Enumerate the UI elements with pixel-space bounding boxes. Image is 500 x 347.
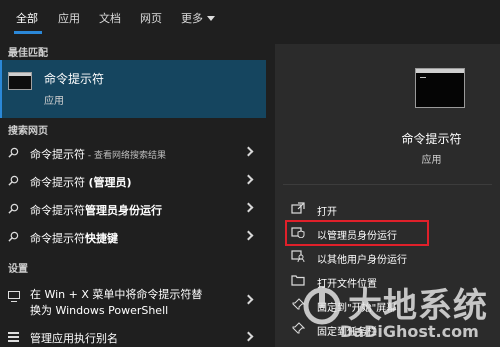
web-result-item[interactable]: 命令提示符快捷键: [0, 222, 266, 252]
web-result-item[interactable]: 命令提示符 - 查看网络搜索结果: [0, 138, 266, 168]
action-label: 打开: [317, 207, 337, 218]
chevron-down-icon: [207, 16, 215, 21]
chevron-right-icon[interactable]: [243, 202, 254, 213]
web-result-extra: 管理员身份运行: [85, 204, 162, 217]
tab-all[interactable]: 全部: [16, 10, 38, 26]
settings-item[interactable]: 管理应用执行别名: [0, 326, 266, 347]
chevron-right-icon[interactable]: [243, 174, 254, 185]
action-label: 以其他用户身份运行: [317, 255, 407, 266]
divider: [283, 184, 492, 185]
web-result-item[interactable]: 命令提示符管理员身份运行: [0, 194, 266, 224]
watermark-url: DaDiGhost.com: [340, 322, 479, 341]
web-result-extra: (管理员): [88, 176, 132, 189]
search-icon: [8, 147, 19, 158]
action-run-as-other-user[interactable]: 以其他用户身份运行: [275, 246, 500, 268]
best-match-subtitle: 应用: [44, 96, 64, 107]
best-match-heading: 最佳匹配: [8, 48, 48, 59]
settings-item-label: 管理应用执行别名: [30, 332, 118, 345]
app-title: 命令提示符: [401, 132, 462, 146]
settings-item-line2: 换为 Windows PowerShell: [30, 304, 169, 317]
search-icon: [8, 203, 19, 214]
tab-more[interactable]: 更多: [181, 10, 215, 26]
web-result-main: 命令提示符: [30, 232, 85, 245]
action-open[interactable]: 打开: [275, 198, 500, 220]
settings-item-line1: 在 Win + X 菜单中将命令提示符替: [30, 288, 203, 301]
watermark-logo-icon: [303, 286, 341, 325]
active-tab-indicator: [14, 31, 42, 34]
search-results-list: 最佳匹配 命令提示符 应用 搜索网页 命令提示符 - 查看网络搜索结果 命令提示…: [0, 36, 266, 347]
web-result-item[interactable]: 命令提示符 (管理员): [0, 166, 266, 196]
search-icon: [8, 175, 19, 186]
highlight-box: [285, 220, 429, 246]
chevron-right-icon[interactable]: [243, 294, 254, 305]
tab-documents[interactable]: 文档: [99, 10, 121, 26]
tab-apps[interactable]: 应用: [58, 10, 80, 26]
best-match-item[interactable]: 命令提示符 应用: [0, 60, 266, 118]
web-result-main: 命令提示符: [30, 148, 85, 161]
search-category-tabs: 全部 应用 文档 网页 更多: [0, 0, 500, 36]
chevron-right-icon[interactable]: [243, 230, 254, 241]
monitor-icon: [8, 291, 20, 302]
web-search-heading: 搜索网页: [8, 126, 48, 137]
web-result-main: 命令提示符: [30, 176, 89, 189]
site-watermark: 大地系统 DaDiGhost.com: [300, 278, 500, 342]
chevron-right-icon[interactable]: [243, 146, 254, 157]
watermark-text: 大地系统: [348, 286, 488, 326]
web-result-main: 命令提示符: [30, 204, 85, 217]
terminal-icon: [8, 72, 32, 90]
search-icon: [8, 231, 19, 242]
web-result-extra: 快捷键: [85, 232, 118, 245]
app-type: 应用: [421, 155, 442, 166]
best-match-title: 命令提示符: [44, 72, 105, 86]
chevron-right-icon[interactable]: [243, 331, 254, 342]
user-icon: [291, 250, 305, 262]
settings-item[interactable]: 在 Win + X 菜单中将命令提示符替 换为 Windows PowerShe…: [0, 280, 266, 320]
open-icon: [291, 202, 305, 214]
tab-more-label: 更多: [181, 12, 203, 25]
settings-heading: 设置: [8, 264, 28, 275]
terminal-icon: [415, 68, 465, 108]
tab-web[interactable]: 网页: [140, 10, 162, 26]
web-result-extra: - 查看网络搜索结果: [85, 151, 166, 161]
list-icon: [8, 332, 19, 342]
